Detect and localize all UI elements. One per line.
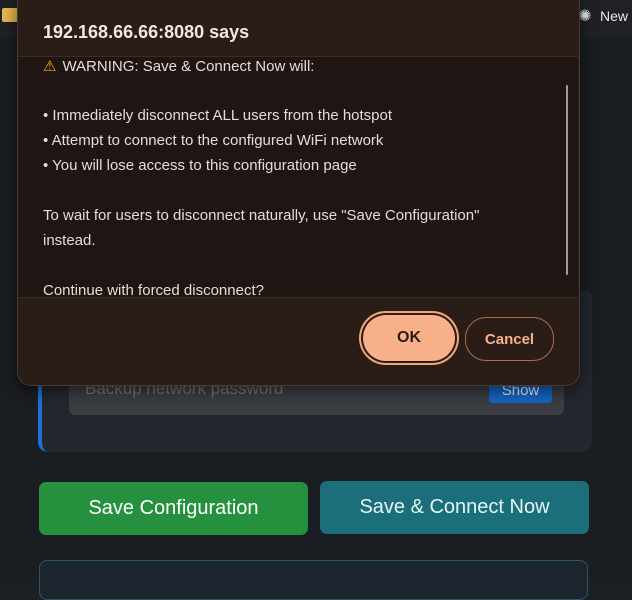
save-configuration-button[interactable]: Save Configuration bbox=[39, 482, 308, 535]
browser-tab-new[interactable]: ✺ New bbox=[576, 4, 628, 28]
message-line: • Attempt to connect to the configured W… bbox=[43, 132, 384, 149]
dialog-title: 192.168.66.66:8080 says bbox=[43, 22, 250, 42]
message-line: ⚠ WARNING: Save & Connect Now will: bbox=[43, 58, 315, 75]
folder-icon[interactable] bbox=[2, 8, 18, 22]
message-line: instead. bbox=[43, 232, 96, 249]
cancel-button[interactable]: Cancel bbox=[465, 317, 554, 361]
ok-button[interactable]: OK bbox=[363, 315, 455, 361]
dialog-message: ⚠ WARNING: Save & Connect Now will: • Imm… bbox=[18, 56, 578, 298]
status-card bbox=[39, 560, 588, 600]
message-line: To wait for users to disconnect naturall… bbox=[43, 207, 480, 224]
warning-triangle-icon: ⚠ bbox=[43, 58, 57, 75]
tab-label: New bbox=[600, 8, 629, 24]
message-line: • You will lose access to this configura… bbox=[43, 157, 357, 174]
save-connect-now-button[interactable]: Save & Connect Now bbox=[320, 481, 589, 534]
message-line: Continue with forced disconnect? bbox=[43, 282, 264, 298]
confirm-dialog: 192.168.66.66:8080 says ⚠ WARNING: Save &… bbox=[17, 0, 580, 386]
dialog-scrollbar[interactable] bbox=[566, 85, 568, 275]
message-line: • Immediately disconnect ALL users from … bbox=[43, 107, 393, 124]
